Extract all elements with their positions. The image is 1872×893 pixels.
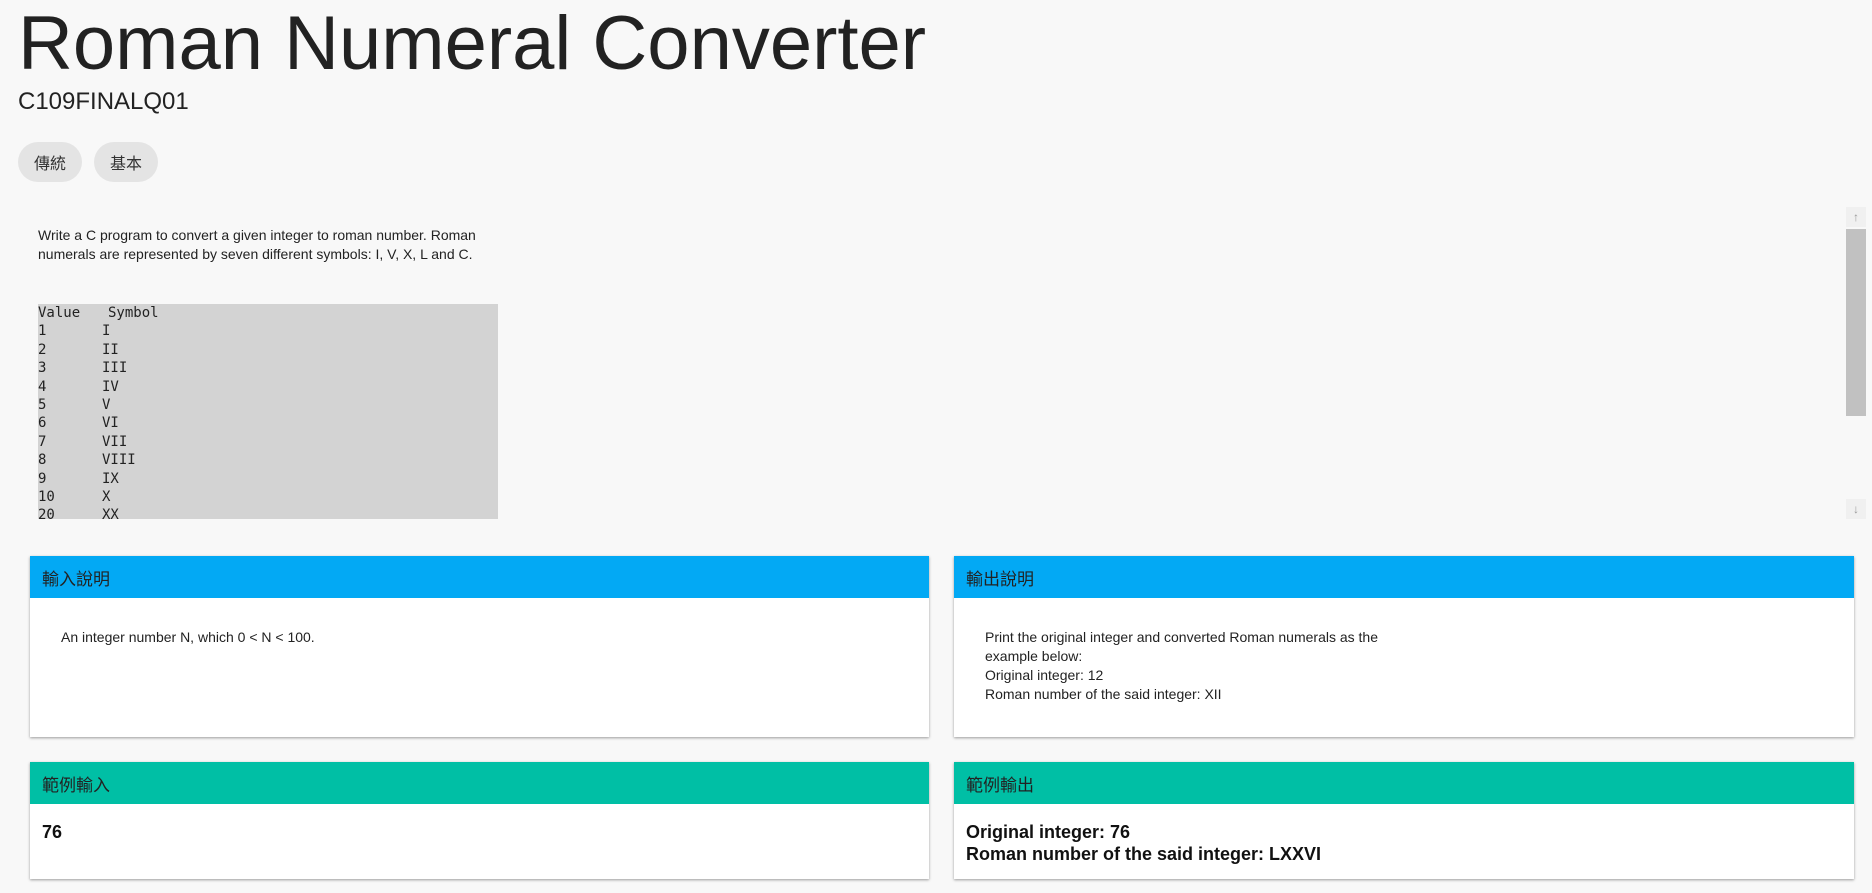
table-cell: VII	[102, 433, 128, 450]
symbol-table-header: Value Symbol	[38, 304, 498, 322]
output-spec-example-line: Original integer: 12	[985, 667, 1104, 683]
table-cell: V	[102, 396, 111, 413]
table-cell: 7	[38, 433, 47, 450]
table-row: 2 II	[38, 341, 498, 359]
table-row: 5V	[38, 396, 498, 414]
table-cell: 6	[38, 415, 47, 432]
output-spec-example-line: Roman number of the said integer: XII	[985, 686, 1222, 702]
table-cell: VI	[102, 415, 119, 432]
table-cell: III	[102, 360, 128, 377]
scroll-down-arrow-icon[interactable]: ↓	[1846, 499, 1866, 519]
table-row: 7 VII	[38, 433, 498, 451]
tag-list: 傳統 基本	[18, 142, 159, 182]
sample-output-body: Original integer: 76 Roman number of the…	[954, 804, 1854, 865]
table-row: 6 VI	[38, 414, 498, 432]
output-spec-line: Print the original integer and converted…	[985, 629, 1378, 664]
symbol-table: Value Symbol 1I 2 II 3 III 4 IV 5V 6 VI 7 VII…	[38, 304, 498, 519]
table-cell: X	[102, 488, 111, 505]
table-row: 8 VIII	[38, 451, 498, 469]
table-cell: I	[102, 323, 111, 340]
table-cell: 8	[38, 452, 47, 469]
sample-output-heading: 範例輸出	[954, 762, 1854, 804]
table-cell: II	[102, 341, 119, 358]
output-spec-body: Print the original integer and converted…	[954, 598, 1425, 704]
output-spec-heading: 輸出說明	[954, 556, 1854, 598]
sample-output-line: Original integer: 76	[966, 822, 1131, 842]
table-cell: 10	[38, 488, 55, 505]
table-row: 10 X	[38, 488, 498, 506]
table-cell: 4	[38, 378, 47, 395]
scroll-up-arrow-icon[interactable]: ↑	[1846, 207, 1866, 227]
table-cell: 2	[38, 341, 47, 358]
table-row: 20 XX	[38, 506, 498, 519]
output-spec-card: 輸出說明 Print the original integer and conv…	[954, 556, 1854, 737]
column-header-value: Value	[38, 305, 81, 321]
table-cell: 3	[38, 360, 47, 377]
table-cell: 9	[38, 470, 47, 487]
table-row: 4 IV	[38, 378, 498, 396]
table-row: 1I	[38, 322, 498, 340]
input-spec-heading: 輸入說明	[30, 556, 929, 598]
table-cell: IX	[102, 470, 119, 487]
tag-chip-basic[interactable]: 基本	[94, 142, 159, 182]
table-row: 3 III	[38, 359, 498, 377]
sample-input-card: 範例輸入 76	[30, 762, 929, 879]
input-spec-text: An integer number N, which 0 < N < 100.	[61, 629, 315, 645]
sample-output-card: 範例輸出 Original integer: 76 Roman number o…	[954, 762, 1854, 879]
table-cell: 5	[38, 396, 47, 413]
table-cell: VIII	[102, 452, 136, 469]
table-cell: XX	[102, 507, 119, 519]
table-cell: 20	[38, 507, 55, 519]
problem-id: C109FINALQ01	[18, 88, 189, 115]
sample-output-line: Roman number of the said integer: LXXVI	[966, 844, 1322, 864]
input-spec-card: 輸入說明 An integer number N, which 0 < N < …	[30, 556, 929, 737]
table-row: 9 IX	[38, 470, 498, 488]
table-cell: 1	[38, 323, 47, 340]
problem-description: Write a C program to convert a given int…	[18, 210, 1872, 520]
column-header-symbol: Symbol	[108, 305, 159, 321]
description-scrollbar[interactable]: ↑ ↓	[1846, 207, 1866, 519]
description-paragraph: Write a C program to convert a given int…	[38, 227, 476, 262]
page-title: Roman Numeral Converter	[18, 1, 927, 86]
sample-input-heading: 範例輸入	[30, 762, 929, 804]
sample-input-text: 76	[42, 822, 63, 842]
tag-chip-traditional[interactable]: 傳統	[18, 142, 83, 182]
scrollbar-thumb[interactable]	[1846, 229, 1866, 416]
table-cell: IV	[102, 378, 119, 395]
